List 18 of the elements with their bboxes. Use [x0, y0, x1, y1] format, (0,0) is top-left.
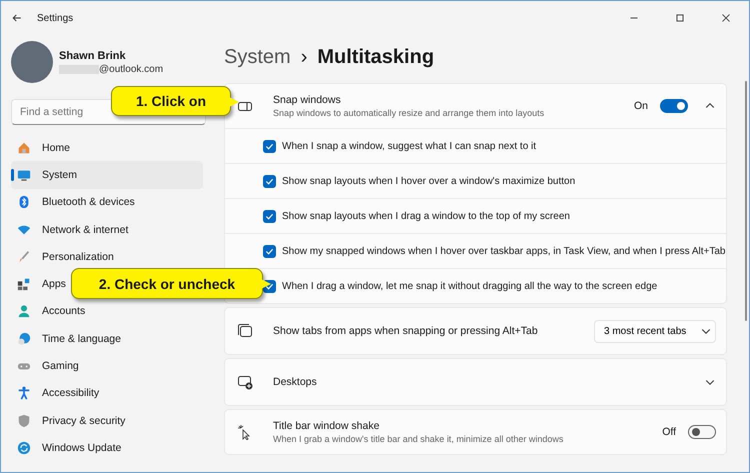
setting-description: Snap windows to automatically resize and arrange them into layouts [273, 108, 546, 118]
page-title: Multitasking [317, 46, 434, 68]
account-email: @outlook.com [99, 64, 164, 74]
window-title: Settings [37, 12, 74, 24]
account-name: Shawn Brink [59, 50, 127, 62]
setting-title: Title bar window shake [273, 420, 380, 432]
checkbox-label: Show my snapped windows when I hover over taskbar apps, in Task View, and when I press Alt+Tab [282, 246, 726, 256]
setting-title: Desktops [273, 376, 318, 388]
setting-description: When I grab a window's title bar and shake it, minimize all other windows [273, 434, 564, 444]
setting-title: Show tabs from apps when snapping or pressing Alt+Tab [273, 325, 539, 337]
breadcrumb-separator: › [300, 46, 308, 68]
toggle-state: On [634, 100, 648, 112]
checkbox-label: When I snap a window, suggest what I can snap next to it [282, 140, 536, 152]
setting-title: Snap windows [273, 94, 342, 106]
checkbox-label: When I drag a window, let me snap it without dragging all the way to the screen edge [282, 280, 658, 292]
toggle-state: Off [662, 426, 676, 438]
checkbox-label: Show snap layouts when I hover over a window's maximize button [282, 176, 576, 186]
checkbox-label: Show snap layouts when I drag a window to the top of my screen [282, 210, 570, 222]
